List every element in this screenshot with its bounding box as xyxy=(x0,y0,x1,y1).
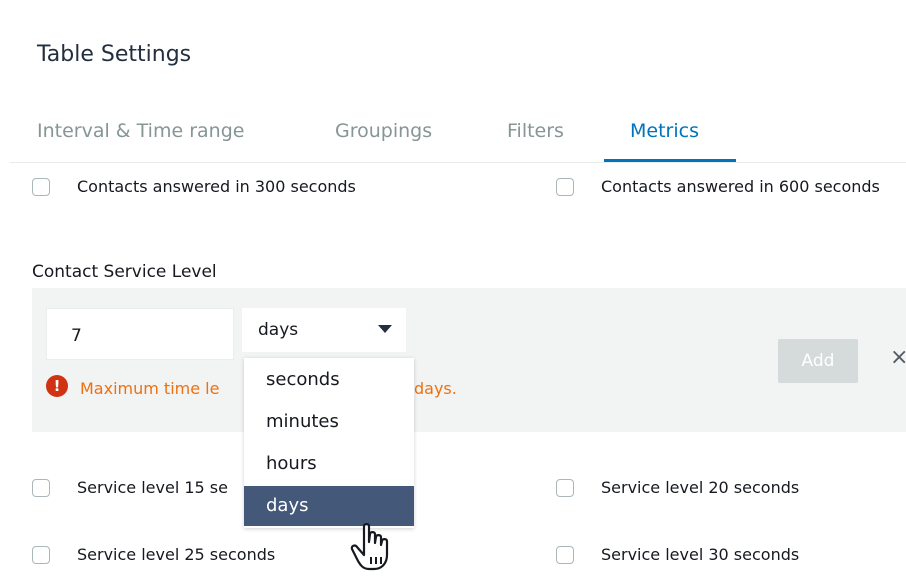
tab-interval-time-range[interactable]: Interval & Time range xyxy=(37,120,244,142)
active-tab-indicator xyxy=(604,159,736,162)
service-level-section-label: Contact Service Level xyxy=(32,262,217,282)
tab-metrics[interactable]: Metrics xyxy=(630,120,699,142)
metric-option-label: Service level 30 seconds xyxy=(601,545,800,564)
checkbox[interactable] xyxy=(32,478,50,497)
metric-option[interactable]: Service level 30 seconds xyxy=(556,545,799,564)
metric-option-label: Contacts answered in 600 seconds xyxy=(601,177,880,196)
dropdown-option-days[interactable]: days xyxy=(244,486,414,526)
error-message-end: days. xyxy=(414,379,457,398)
service-level-value-input[interactable]: 7 xyxy=(46,308,234,360)
dropdown-option-seconds[interactable]: seconds xyxy=(244,360,414,400)
tab-groupings[interactable]: Groupings xyxy=(335,120,432,142)
exclamation-circle-icon: ! xyxy=(46,375,68,397)
metric-option[interactable]: Contacts answered in 600 seconds xyxy=(556,177,880,196)
metric-option-label: Contacts answered in 300 seconds xyxy=(77,177,356,196)
metric-option[interactable]: Service level 20 seconds xyxy=(556,478,799,497)
hand-pointer-icon xyxy=(350,523,389,571)
dialog-title: Table Settings xyxy=(37,42,192,67)
tab-filters[interactable]: Filters xyxy=(507,120,564,142)
service-level-panel: 7 days ! Maximum time le days. Add × xyxy=(32,288,906,432)
metric-option-label: Service level 25 seconds xyxy=(77,545,276,564)
dropdown-option-hours[interactable]: hours xyxy=(244,444,414,484)
table-settings-dialog: Table Settings Interval & Time range Gro… xyxy=(10,6,906,581)
metric-option-label: Service level 15 se xyxy=(77,478,228,497)
metric-option[interactable]: Service level 15 se xyxy=(32,478,228,497)
metric-option-label: Service level 20 seconds xyxy=(601,478,800,497)
time-unit-dropdown: seconds minutes hours days xyxy=(244,358,414,528)
tab-bar: Interval & Time range Groupings Filters … xyxy=(10,112,906,163)
add-button[interactable]: Add xyxy=(778,339,858,383)
time-unit-select-value: days xyxy=(258,320,299,340)
time-unit-select[interactable]: days xyxy=(242,308,406,352)
close-icon[interactable]: × xyxy=(890,345,906,370)
dropdown-option-minutes[interactable]: minutes xyxy=(244,402,414,442)
checkbox[interactable] xyxy=(32,545,50,564)
error-message: Maximum time le xyxy=(80,379,220,398)
metric-option[interactable]: Service level 25 seconds xyxy=(32,545,275,564)
checkbox[interactable] xyxy=(556,478,574,497)
checkbox[interactable] xyxy=(556,177,574,196)
metric-option[interactable]: Contacts answered in 300 seconds xyxy=(32,177,356,196)
checkbox[interactable] xyxy=(32,177,50,196)
checkbox[interactable] xyxy=(556,545,574,564)
caret-down-icon xyxy=(378,325,392,333)
